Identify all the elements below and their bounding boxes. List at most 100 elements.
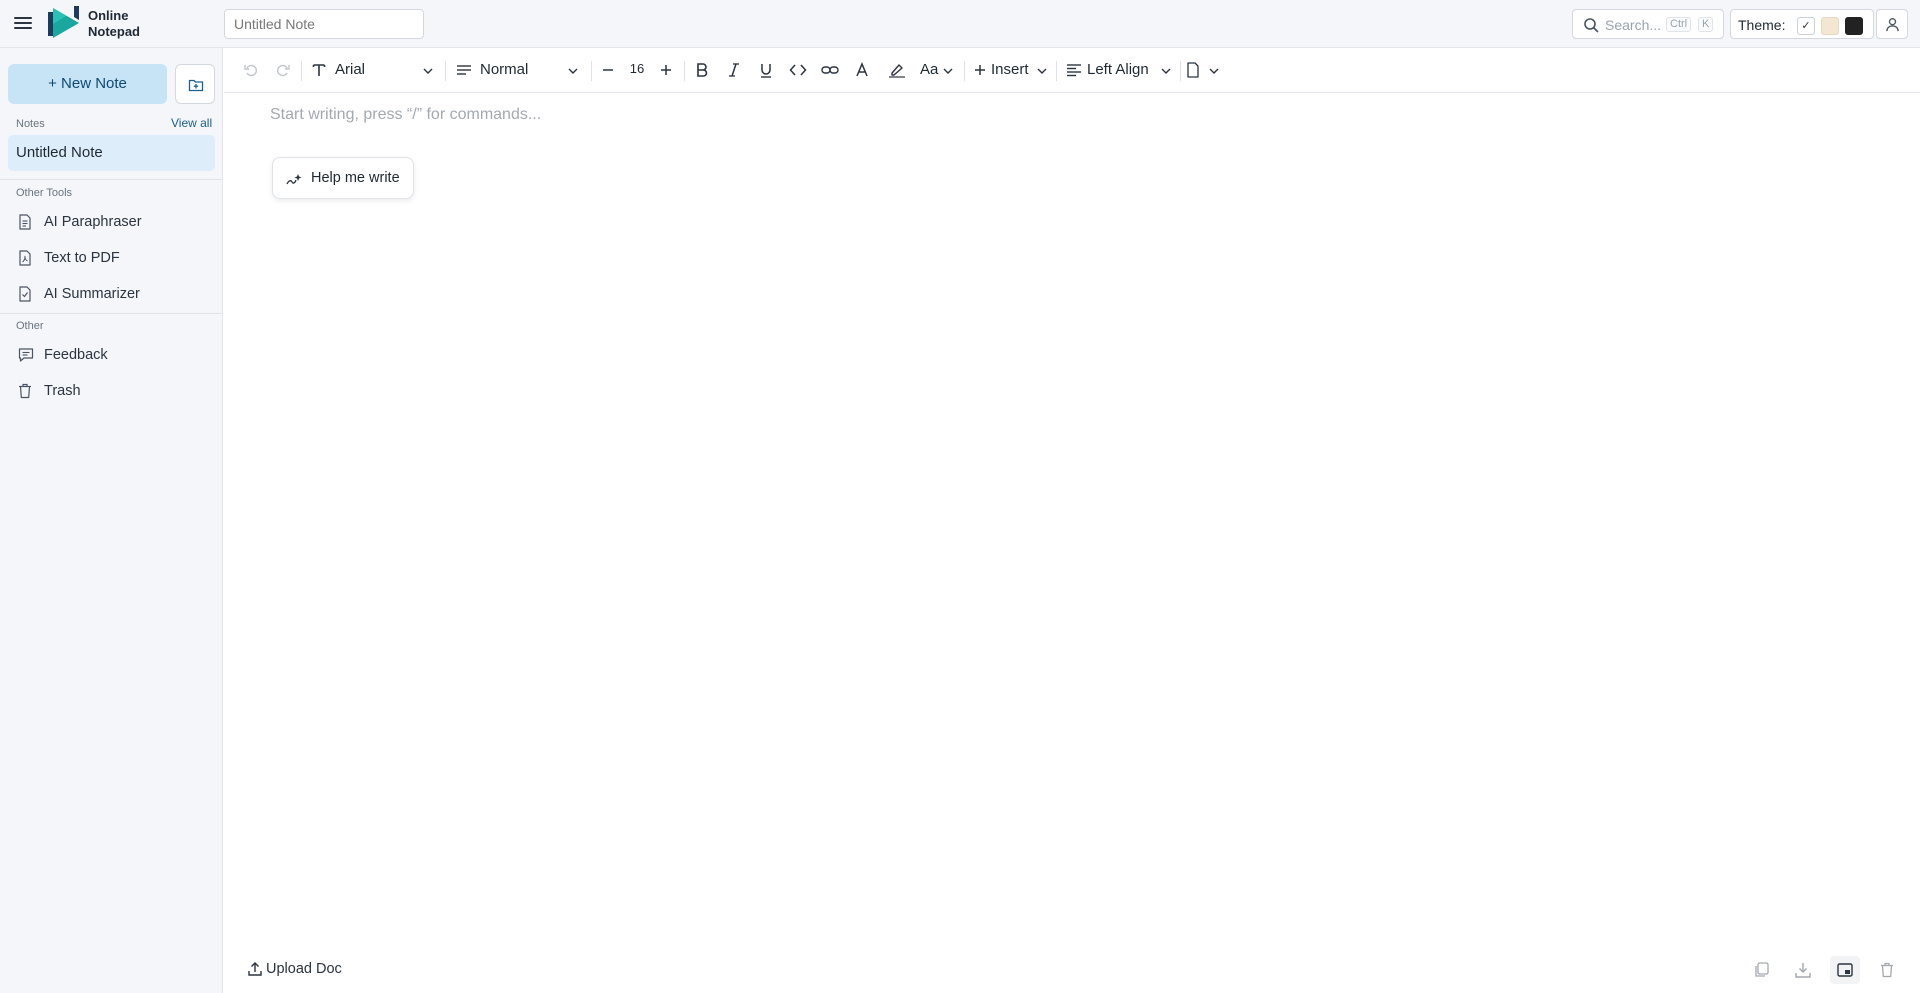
note-item[interactable]: Untitled Note — [8, 135, 215, 171]
text-color-icon — [856, 62, 868, 77]
new-folder-button[interactable] — [175, 64, 215, 104]
top-bar: Online Notepad Search... Ctrl K Theme: ✓ — [0, 0, 1920, 48]
editor-footer: Upload Doc — [224, 946, 1920, 993]
sidebar-item-label: AI Paraphraser — [44, 214, 142, 230]
folder-plus-icon — [188, 79, 204, 92]
other-section-label: Other — [16, 320, 44, 332]
shortcut-k: K — [1698, 17, 1714, 32]
underline-button[interactable] — [754, 48, 778, 93]
font-size-value[interactable]: 16 — [625, 61, 649, 76]
highlighter-icon — [889, 64, 905, 78]
editor-placeholder[interactable]: Start writing, press “/” for commands... — [270, 106, 541, 124]
increase-font-size-button[interactable] — [656, 48, 676, 93]
code-icon — [789, 64, 807, 76]
theme-light-swatch[interactable]: ✓ — [1797, 17, 1815, 35]
pdf-icon — [19, 250, 31, 266]
block-style-select[interactable]: Normal — [456, 48, 582, 93]
undo-button[interactable] — [240, 48, 262, 93]
font-family-value: Arial — [335, 61, 366, 78]
highlight-button[interactable] — [884, 48, 910, 93]
code-button[interactable] — [786, 48, 810, 93]
delete-note-button[interactable] — [1872, 956, 1902, 984]
brand-line-1: Online — [88, 8, 129, 23]
note-title-input[interactable] — [224, 9, 424, 39]
redo-button[interactable] — [272, 48, 294, 93]
page-icon — [1187, 62, 1199, 78]
view-all-link[interactable]: View all — [171, 116, 212, 130]
sidebar-item-feedback[interactable]: Feedback — [16, 340, 216, 370]
sidebar-item-ai-paraphraser[interactable]: AI Paraphraser — [16, 207, 216, 237]
search-placeholder: Search... — [1605, 17, 1662, 33]
upload-icon — [248, 962, 262, 976]
link-button[interactable] — [818, 48, 842, 93]
toolbar-separator — [1056, 61, 1057, 81]
help-me-write-label: Help me write — [311, 170, 400, 186]
toolbar-separator — [301, 61, 302, 81]
search-input[interactable]: Search... Ctrl K — [1572, 9, 1724, 39]
text-case-select[interactable]: Aa — [920, 48, 956, 93]
brand-name: Online Notepad — [88, 8, 140, 40]
font-icon — [312, 64, 326, 76]
download-button[interactable] — [1788, 956, 1818, 984]
underline-icon — [761, 64, 771, 78]
trash-icon — [1881, 962, 1893, 978]
page-options-menu[interactable] — [1186, 48, 1226, 93]
toolbar-separator — [964, 61, 965, 81]
link-icon — [821, 66, 839, 74]
toolbar-separator — [1180, 61, 1181, 81]
alignment-value: Left Align — [1087, 61, 1149, 78]
theme-sepia-swatch[interactable] — [1821, 17, 1839, 35]
help-me-write-button[interactable]: Help me write — [272, 157, 414, 199]
plus-icon — [975, 65, 985, 75]
sidebar-item-label: Text to PDF — [44, 250, 120, 266]
sidebar-item-trash[interactable]: Trash — [16, 376, 216, 406]
sidebar: + New Note Notes View all Untitled Note … — [0, 48, 223, 993]
account-button[interactable] — [1876, 9, 1908, 39]
chevron-down-icon — [1161, 68, 1171, 74]
insert-menu[interactable]: Insert — [974, 48, 1050, 93]
text-color-button[interactable] — [850, 48, 874, 93]
document-icon — [19, 214, 31, 230]
alignment-select[interactable]: Left Align — [1066, 48, 1174, 93]
bold-button[interactable] — [690, 48, 714, 93]
italic-icon — [729, 63, 739, 77]
ai-write-icon — [286, 174, 302, 185]
decrease-font-size-button[interactable] — [598, 48, 618, 93]
chevron-down-icon — [1209, 68, 1219, 74]
theme-switcher: Theme: ✓ — [1730, 9, 1874, 39]
trash-icon — [19, 383, 31, 399]
font-family-select[interactable]: Arial — [310, 48, 436, 93]
sidebar-item-ai-summarizer[interactable]: AI Summarizer — [16, 279, 216, 309]
toolbar-separator — [684, 61, 685, 81]
chevron-down-icon — [1037, 68, 1047, 74]
other-tools-section-label: Other Tools — [16, 187, 73, 199]
minus-icon — [603, 69, 613, 71]
shortcut-ctrl: Ctrl — [1666, 17, 1692, 32]
redo-icon — [277, 64, 290, 77]
plus-icon — [661, 65, 671, 75]
text-case-value: Aa — [920, 61, 939, 78]
picture-in-picture-button[interactable] — [1830, 956, 1860, 984]
logo-icon — [48, 6, 79, 38]
theme-dark-swatch[interactable] — [1845, 17, 1863, 35]
sidebar-item-label: Feedback — [44, 347, 108, 363]
picture-in-picture-icon — [1837, 963, 1853, 977]
upload-doc-label: Upload Doc — [266, 961, 342, 977]
editor-area[interactable]: Start writing, press “/” for commands...… — [224, 94, 1920, 939]
divider — [0, 179, 223, 180]
copy-icon — [1755, 962, 1769, 977]
search-icon — [1584, 18, 1599, 33]
new-note-button[interactable]: + New Note — [8, 64, 167, 104]
block-style-value: Normal — [480, 61, 529, 78]
sidebar-item-text-to-pdf[interactable]: Text to PDF — [16, 243, 216, 273]
sidebar-item-label: AI Summarizer — [44, 286, 140, 302]
notes-section-label: Notes — [16, 118, 45, 130]
italic-button[interactable] — [722, 48, 746, 93]
copy-button[interactable] — [1747, 956, 1777, 984]
chevron-down-icon — [423, 68, 433, 74]
chevron-down-icon — [568, 68, 578, 74]
brand-line-2: Notepad — [88, 24, 140, 39]
summary-icon — [19, 286, 31, 302]
menu-icon[interactable] — [14, 14, 32, 34]
formatting-toolbar: Arial Normal 16 Aa Insert Left Align — [224, 48, 1920, 93]
